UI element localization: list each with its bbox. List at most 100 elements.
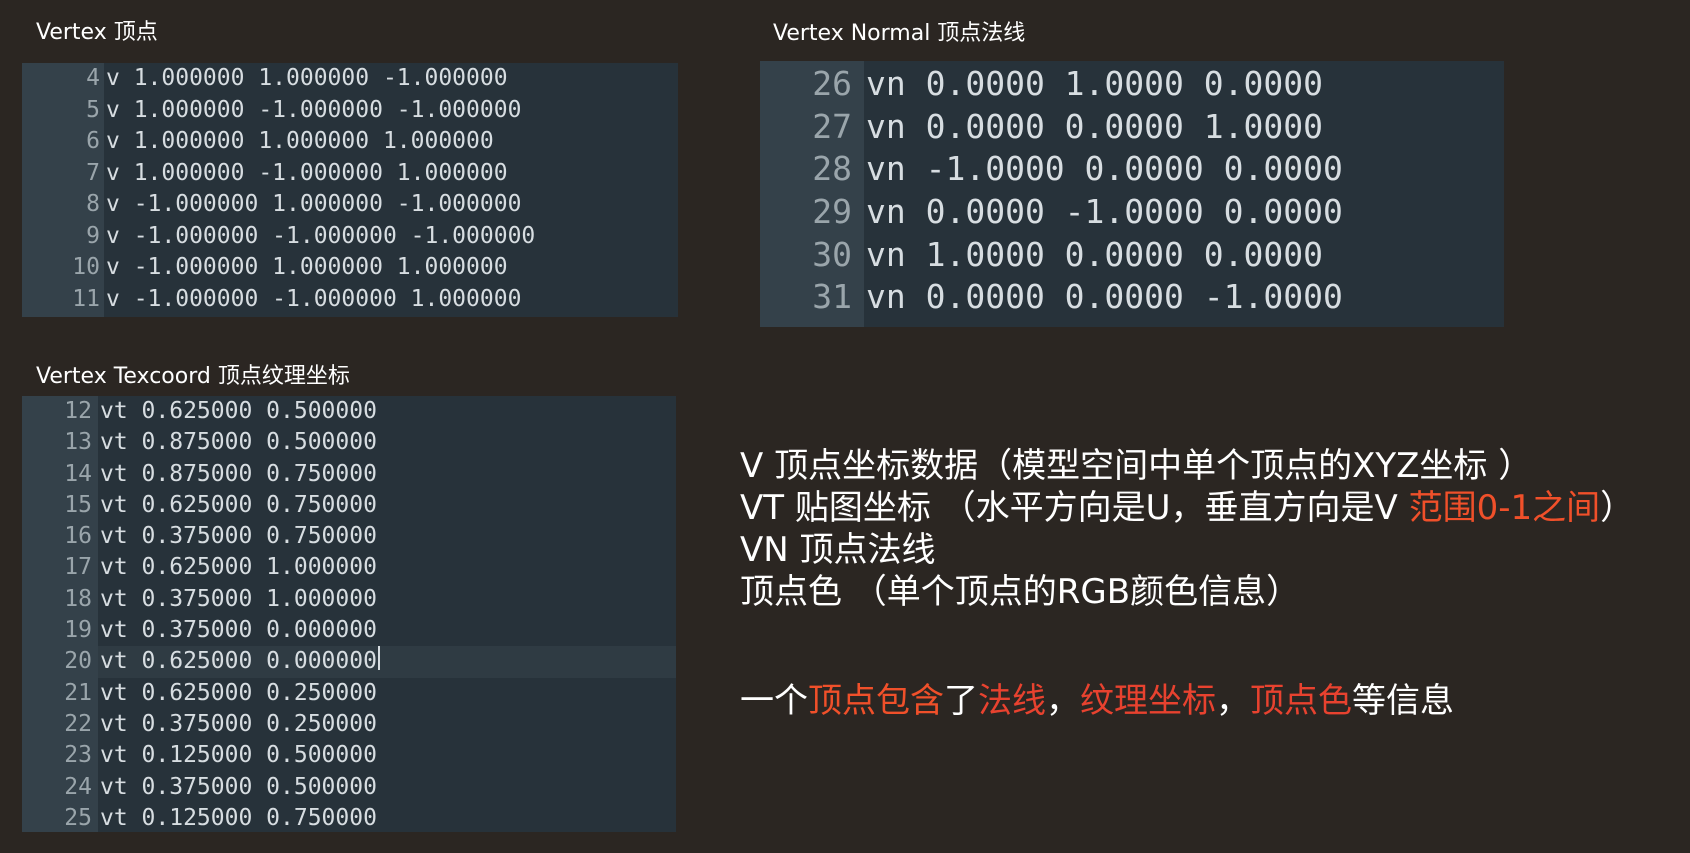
code-line[interactable]: vt 0.625000 0.250000 <box>98 678 676 709</box>
texcoord-title: Vertex Texcoord 顶点纹理坐标 <box>36 364 350 389</box>
code-line[interactable]: v -1.000000 -1.000000 1.000000 <box>104 284 678 316</box>
code-line-text[interactable]: vt 0.375000 0.000000 <box>98 615 377 646</box>
summary-highlight: 顶点包含 <box>808 681 944 721</box>
code-lines[interactable]: vn 0.0000 1.0000 0.0000 vn 0.0000 0.0000… <box>864 61 1504 327</box>
code-line-text[interactable]: v 1.000000 1.000000 1.000000 <box>104 126 494 158</box>
summary-highlight: 顶点色 <box>1250 681 1352 721</box>
code-line[interactable]: vt 0.375000 0.250000 <box>98 709 676 740</box>
code-line-text[interactable]: v -1.000000 1.000000 1.000000 <box>104 252 508 284</box>
desc-texcoord-range: 范围0-1之间 <box>1408 488 1601 528</box>
code-line-text[interactable]: v 1.000000 1.000000 -1.000000 <box>104 63 508 95</box>
code-line-text[interactable]: vt 0.625000 0.750000 <box>98 490 377 521</box>
code-line[interactable]: vt 0.875000 0.500000 <box>98 427 676 458</box>
code-line[interactable]: vt 0.375000 0.000000 <box>98 615 676 646</box>
code-line-text[interactable]: vn 0.0000 0.0000 1.0000 <box>864 106 1323 149</box>
code-line-text[interactable]: vt 0.625000 1.000000 <box>98 552 377 583</box>
line-number: 19 <box>64 617 92 644</box>
vertex-code-editor[interactable]: 4 5 6 7 8 9 10 11 v 1.000000 1.000000 -1… <box>22 63 678 317</box>
code-line-text[interactable]: v -1.000000 -1.000000 -1.000000 <box>104 221 535 253</box>
line-number: 12 <box>64 398 92 424</box>
code-line[interactable]: vn -1.0000 0.0000 0.0000 <box>864 148 1504 191</box>
active-code-line[interactable]: vt 0.625000 0.000000 <box>98 646 676 678</box>
code-line[interactable]: vt 0.375000 0.750000 <box>98 521 676 552</box>
summary-highlight: 法线 <box>978 681 1046 721</box>
line-number: 18 <box>64 585 92 612</box>
code-line[interactable]: v 1.000000 -1.000000 1.000000 <box>104 158 678 190</box>
summary-part: ， <box>1046 681 1080 721</box>
texcoord-code-editor[interactable]: 12 13 14 15 16 17 18 19 20 21 22 23 24 2… <box>22 396 676 832</box>
code-line-text[interactable]: vt 0.375000 1.000000 <box>98 584 377 615</box>
code-line[interactable]: vt 0.125000 0.750000 <box>98 803 676 832</box>
summary-text: 一个顶点包含了法线，纹理坐标，顶点色等信息 <box>740 681 1454 721</box>
summary-part: ， <box>1216 681 1250 721</box>
code-line[interactable]: vt 0.625000 0.500000 <box>98 396 676 427</box>
code-line[interactable]: vn 0.0000 -1.0000 0.0000 <box>864 191 1504 234</box>
code-line-text[interactable]: vt 0.875000 0.500000 <box>98 427 377 458</box>
code-line-text[interactable]: vt 0.625000 0.000000 <box>98 646 377 677</box>
line-number: 30 <box>812 234 852 274</box>
line-number: 14 <box>64 460 92 487</box>
code-line[interactable]: vt 0.625000 0.750000 <box>98 490 676 521</box>
code-line-text[interactable]: vt 0.625000 0.500000 <box>98 396 377 427</box>
code-line[interactable]: v -1.000000 1.000000 1.000000 <box>104 252 678 284</box>
code-line[interactable]: vt 0.375000 1.000000 <box>98 584 676 615</box>
code-line[interactable]: v 1.000000 -1.000000 -1.000000 <box>104 95 678 127</box>
line-number: 16 <box>64 523 92 550</box>
code-line-text[interactable]: vn 0.0000 -1.0000 0.0000 <box>864 191 1343 234</box>
code-line[interactable]: vt 0.375000 0.500000 <box>98 772 676 803</box>
code-line-text[interactable]: vt 0.375000 0.250000 <box>98 709 377 740</box>
code-line[interactable]: vt 0.125000 0.500000 <box>98 740 676 771</box>
code-line-text[interactable]: v 1.000000 -1.000000 1.000000 <box>104 158 508 190</box>
desc-normal: VN 顶点法线 <box>740 530 936 570</box>
code-line[interactable]: v 1.000000 1.000000 -1.000000 <box>104 63 678 95</box>
code-line-text[interactable]: vt 0.625000 0.250000 <box>98 678 377 709</box>
code-line-text[interactable]: vn 0.0000 1.0000 0.0000 <box>864 63 1323 106</box>
code-line[interactable]: vn 0.0000 0.0000 -1.0000 <box>864 276 1504 319</box>
code-line-text[interactable]: vt 0.125000 0.500000 <box>98 740 377 771</box>
line-number: 5 <box>86 96 100 123</box>
vertex-title: Vertex 顶点 <box>36 20 158 45</box>
summary-part: 一个 <box>740 681 808 721</box>
code-lines[interactable]: v 1.000000 1.000000 -1.000000 v 1.000000… <box>104 63 678 317</box>
line-number: 6 <box>86 128 100 154</box>
line-number: 9 <box>86 222 100 249</box>
line-number-gutter: 12 13 14 15 16 17 18 19 20 21 22 23 24 2… <box>22 396 98 832</box>
code-line-text[interactable]: vt 0.125000 0.750000 <box>98 803 377 832</box>
code-line-text[interactable]: vn 1.0000 0.0000 0.0000 <box>864 234 1323 277</box>
line-number: 21 <box>64 679 92 706</box>
line-number: 10 <box>72 254 100 280</box>
code-line[interactable]: vt 0.625000 1.000000 <box>98 552 676 583</box>
code-line-text[interactable]: v -1.000000 1.000000 -1.000000 <box>104 189 521 221</box>
normal-title: Vertex Normal 顶点法线 <box>773 21 1026 46</box>
line-number: 22 <box>64 710 92 737</box>
code-line-text[interactable]: v 1.000000 -1.000000 -1.000000 <box>104 95 521 127</box>
code-line-text[interactable]: vn -1.0000 0.0000 0.0000 <box>864 148 1343 191</box>
line-number: 8 <box>86 191 100 217</box>
code-line[interactable]: v 1.000000 1.000000 1.000000 <box>104 126 678 158</box>
normal-code-editor[interactable]: 26 27 28 29 30 31 vn 0.0000 1.0000 0.000… <box>760 61 1504 327</box>
code-line[interactable]: v -1.000000 1.000000 -1.000000 <box>104 189 678 221</box>
line-number: 11 <box>72 285 100 312</box>
line-number: 4 <box>86 65 100 91</box>
code-lines[interactable]: vt 0.625000 0.500000 vt 0.875000 0.50000… <box>98 396 676 832</box>
desc-texcoord: VT 贴图坐标 （水平方向是U，垂直方向是V 范围0-1之间） <box>740 488 1634 528</box>
text-cursor <box>377 646 380 671</box>
code-line-text[interactable]: vt 0.375000 0.500000 <box>98 772 377 803</box>
line-number: 20 <box>64 648 92 675</box>
line-number: 31 <box>812 277 852 317</box>
desc-texcoord-end: ） <box>1600 488 1635 528</box>
code-line[interactable]: vn 0.0000 0.0000 1.0000 <box>864 106 1504 149</box>
code-line[interactable]: vt 0.875000 0.750000 <box>98 459 676 490</box>
code-line-text[interactable]: vt 0.375000 0.750000 <box>98 521 377 552</box>
code-line[interactable]: vn 1.0000 0.0000 0.0000 <box>864 234 1504 277</box>
code-line-text[interactable]: vn 0.0000 0.0000 -1.0000 <box>864 276 1343 319</box>
code-line-text[interactable]: v -1.000000 -1.000000 1.000000 <box>104 284 521 316</box>
code-line[interactable]: v -1.000000 -1.000000 -1.000000 <box>104 221 678 253</box>
code-line-text[interactable]: vt 0.875000 0.750000 <box>98 459 377 490</box>
desc-vertex: V 顶点坐标数据（模型空间中单个顶点的XYZ坐标 ） <box>740 446 1533 486</box>
summary-part: 了 <box>944 681 978 721</box>
line-number: 25 <box>64 804 92 831</box>
line-number: 27 <box>812 106 852 146</box>
code-line[interactable]: vn 0.0000 1.0000 0.0000 <box>864 63 1504 106</box>
line-number-gutter: 26 27 28 29 30 31 <box>760 61 864 327</box>
